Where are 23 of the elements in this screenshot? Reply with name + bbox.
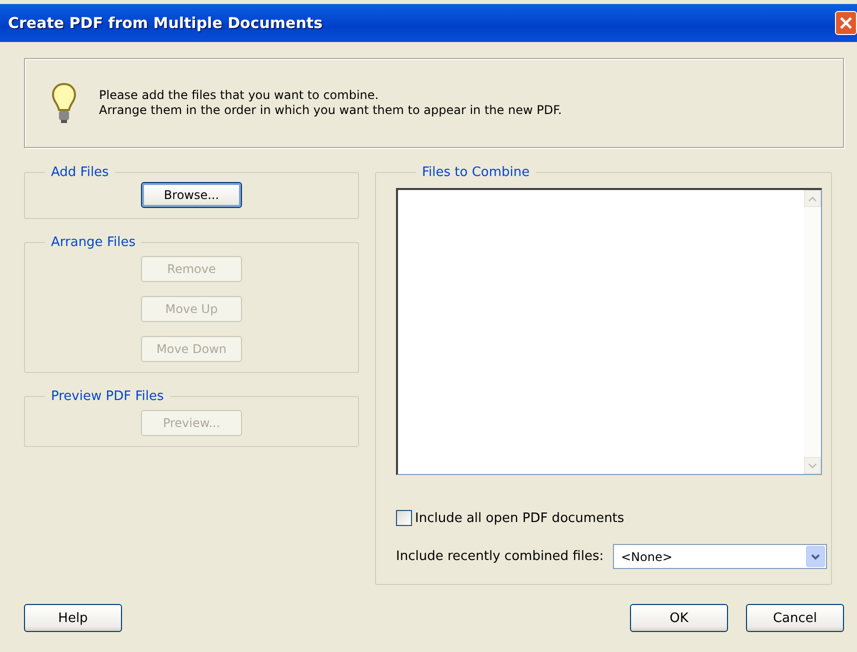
lightbulb-icon [51, 82, 77, 124]
scrollbar[interactable] [804, 190, 821, 474]
field-label: Include recently combined files: [396, 549, 604, 564]
group-title: Files to Combine [421, 165, 531, 180]
close-icon [840, 17, 852, 29]
window-title: Create PDF from Multiple Documents [8, 14, 323, 32]
instruction-text: Please add the files that you want to combine. [99, 88, 380, 103]
instruction-text: Arrange them in the order in which you want them to appear in the new PDF. [99, 103, 562, 118]
group-title: Add Files [50, 165, 110, 180]
cancel-button[interactable]: Cancel [746, 604, 844, 632]
checkbox[interactable] [396, 510, 412, 526]
group-title: Arrange Files [50, 235, 136, 250]
close-button[interactable] [835, 11, 857, 35]
scroll-down-icon [808, 462, 817, 468]
help-button[interactable]: Help [24, 604, 122, 632]
checkbox-label: Include all open PDF documents [415, 510, 624, 526]
scroll-up-icon [808, 196, 817, 202]
chevron-down-icon [811, 554, 820, 560]
group-title: Preview PDF Files [50, 389, 165, 404]
dropdown-button[interactable] [806, 546, 825, 567]
dialog-button[interactable]: Browse... [141, 182, 242, 208]
recent-files-dropdown[interactable]: <None> [613, 544, 827, 569]
ok-button[interactable]: OK [630, 604, 728, 632]
